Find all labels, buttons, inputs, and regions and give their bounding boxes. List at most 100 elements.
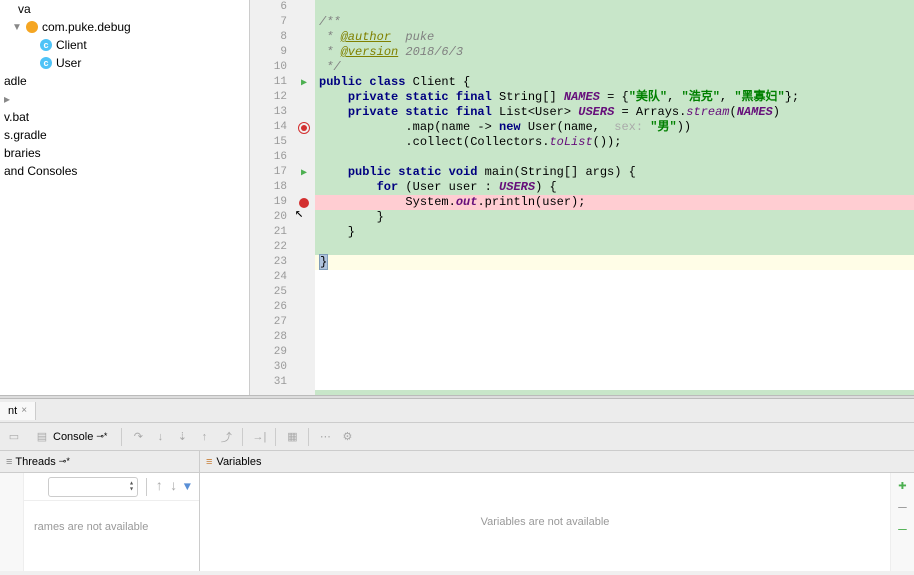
sidebar-item[interactable]: v.bat — [0, 108, 249, 126]
line-number[interactable]: 23 — [250, 255, 287, 270]
line-number[interactable]: 6 — [250, 0, 287, 15]
run-marker-icon[interactable]: ▶ — [297, 166, 311, 180]
code-line[interactable] — [315, 270, 914, 285]
code-line[interactable]: private static final String[] NAMES = {"… — [315, 90, 914, 105]
code-line[interactable]: public class Client { — [315, 75, 914, 90]
settings-icon[interactable]: ⚙ — [339, 429, 355, 445]
more-icon[interactable]: ⋯ — [317, 429, 333, 445]
remove-watch-icon[interactable]: — — [898, 500, 906, 516]
sidebar-item-class-user[interactable]: cUser — [0, 54, 249, 72]
step-into-icon[interactable]: ↓ — [152, 429, 168, 445]
variables-panel: ≡ Variables Variables are not available … — [200, 451, 914, 571]
breakpoint-lambda-icon[interactable] — [297, 121, 311, 135]
code-line[interactable]: public static void main(String[] args) { — [315, 165, 914, 180]
cursor-arrow-icon: ↖ — [295, 205, 303, 222]
step-out-icon[interactable]: ↑ — [196, 429, 212, 445]
sidebar-item[interactable]: va — [0, 0, 249, 18]
code-line[interactable] — [315, 150, 914, 165]
close-icon[interactable]: × — [21, 405, 27, 416]
code-line[interactable] — [315, 285, 914, 300]
line-number[interactable]: 11 — [250, 75, 287, 90]
variables-side-toolbar: ✚ — — — [890, 473, 914, 571]
marker-column[interactable]: ↖ ▶ ▶ — [295, 0, 315, 395]
line-number[interactable]: 14 — [250, 120, 287, 135]
debug-tab[interactable]: nt × — [0, 402, 36, 420]
class-icon: c — [40, 57, 52, 69]
console-icon: ▤ — [34, 429, 50, 445]
code-line[interactable]: .collect(Collectors.toList()); — [315, 135, 914, 150]
code-line[interactable] — [315, 360, 914, 375]
line-number[interactable]: 31 — [250, 375, 287, 390]
sidebar-item[interactable]: s.gradle — [0, 126, 249, 144]
code-line[interactable]: .map(name -> new User(name, sex: "男")) — [315, 120, 914, 135]
code-content[interactable]: /** * @author puke * @version 2018/6/3 *… — [315, 0, 914, 395]
expand-arrow-icon[interactable]: ▼ — [12, 22, 22, 33]
run-to-cursor-icon[interactable]: →| — [251, 429, 267, 445]
line-number[interactable]: 24 — [250, 270, 287, 285]
code-line[interactable]: } — [315, 210, 914, 225]
line-number[interactable]: 7 — [250, 15, 287, 30]
step-over-icon[interactable]: ↷ — [130, 429, 146, 445]
layout-icon[interactable]: ▭ — [6, 429, 22, 445]
code-line[interactable]: */ — [315, 60, 914, 75]
line-number[interactable]: 18 — [250, 180, 287, 195]
filter-icon[interactable]: ▼ — [184, 480, 191, 494]
code-line[interactable] — [315, 375, 914, 390]
console-button[interactable]: ▤ Console ⊸* — [28, 427, 113, 447]
sidebar-item[interactable]: and Consoles — [0, 162, 249, 180]
project-sidebar[interactable]: va ▼com.puke.debug cClient cUser adle ▸ … — [0, 0, 250, 395]
line-number[interactable]: 30 — [250, 360, 287, 375]
code-line[interactable]: * @version 2018/6/3 — [315, 45, 914, 60]
code-line[interactable] — [315, 315, 914, 330]
line-number[interactable]: 27 — [250, 315, 287, 330]
line-number[interactable]: 25 — [250, 285, 287, 300]
code-line[interactable] — [315, 300, 914, 315]
line-number[interactable]: 15 — [250, 135, 287, 150]
code-line[interactable]: /** — [315, 15, 914, 30]
line-number[interactable]: 17 — [250, 165, 287, 180]
threads-button[interactable]: ≡ Threads ⊸* — [6, 456, 70, 468]
run-marker-icon[interactable]: ▶ — [297, 76, 311, 90]
next-frame-icon[interactable]: ↓ — [169, 479, 177, 495]
code-line[interactable] — [315, 330, 914, 345]
force-step-into-icon[interactable]: ⇣ — [174, 429, 190, 445]
line-number[interactable]: 26 — [250, 300, 287, 315]
line-number[interactable]: 29 — [250, 345, 287, 360]
code-line[interactable]: for (User user : USERS) { — [315, 180, 914, 195]
sidebar-item-class-client[interactable]: cClient — [0, 36, 249, 54]
line-number[interactable]: 22 — [250, 240, 287, 255]
line-number[interactable]: 16 — [250, 150, 287, 165]
add-watch-icon[interactable]: ✚ — [898, 477, 906, 494]
line-number[interactable]: 12 — [250, 90, 287, 105]
line-number[interactable]: 28 — [250, 330, 287, 345]
code-line[interactable] — [315, 240, 914, 255]
code-line[interactable] — [315, 345, 914, 360]
sidebar-item[interactable]: braries — [0, 144, 249, 162]
code-line[interactable]: } — [315, 225, 914, 240]
line-number[interactable]: 8 — [250, 30, 287, 45]
line-number[interactable]: 20 — [250, 210, 287, 225]
debug-tab-bar: nt × — [0, 399, 914, 423]
code-line[interactable] — [315, 0, 914, 15]
code-line[interactable]: * @author puke — [315, 30, 914, 45]
variables-icon: ≡ — [206, 456, 212, 468]
evaluate-icon[interactable]: ▦ — [284, 429, 300, 445]
sidebar-item-package[interactable]: ▼com.puke.debug — [0, 18, 249, 36]
code-editor[interactable]: 6789101112131415161718192021222324252627… — [250, 0, 914, 395]
line-gutter[interactable]: 6789101112131415161718192021222324252627… — [250, 0, 295, 395]
sidebar-item[interactable]: ▸ — [0, 90, 249, 108]
thread-selector[interactable]: ▴▾ — [48, 477, 138, 497]
sidebar-item[interactable]: adle — [0, 72, 249, 90]
line-number[interactable]: 9 — [250, 45, 287, 60]
code-line[interactable]: System.out.println(user); — [315, 195, 914, 210]
drop-frame-icon[interactable]: ⤴ — [218, 429, 234, 445]
line-number[interactable]: 13 — [250, 105, 287, 120]
tab-label: nt — [8, 405, 17, 417]
code-line[interactable]: } — [315, 255, 914, 270]
line-number[interactable]: 21 — [250, 225, 287, 240]
prev-frame-icon[interactable]: ↑ — [155, 479, 163, 495]
variables-empty-message: Variables are not available — [471, 496, 620, 548]
line-number[interactable]: 10 — [250, 60, 287, 75]
line-number[interactable]: 19 — [250, 195, 287, 210]
code-line[interactable]: private static final List<User> USERS = … — [315, 105, 914, 120]
